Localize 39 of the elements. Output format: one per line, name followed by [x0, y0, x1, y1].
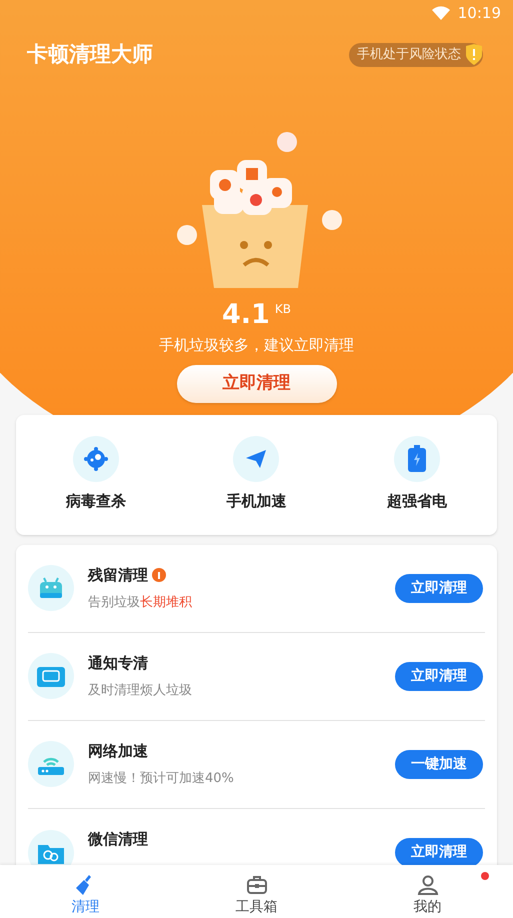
- tab-label: 清理: [72, 898, 100, 917]
- task-action-button[interactable]: 立即清理: [395, 662, 483, 690]
- task-action-button[interactable]: 立即清理: [395, 838, 483, 865]
- tab-label: 工具箱: [236, 898, 278, 917]
- junk-size-unit: KB: [274, 301, 291, 318]
- tool-item[interactable]: 手机加速: [176, 436, 337, 513]
- task-subtitle: 及时清理烦人垃圾: [88, 682, 193, 700]
- task-title: 微信清理: [88, 829, 148, 850]
- virus-icon: [83, 446, 110, 472]
- task-subtitle: 告别垃圾长期堆积: [88, 594, 193, 612]
- status-time: 10:19: [458, 2, 501, 24]
- task-action-button[interactable]: 一键加速: [395, 750, 483, 778]
- user-icon: [416, 873, 440, 897]
- risk-status-text: 手机处于风险状态: [357, 46, 462, 64]
- tool-item[interactable]: 超强省电: [336, 436, 497, 513]
- tab-item[interactable]: 工具箱: [171, 865, 342, 918]
- tool-label: 手机加速: [226, 491, 286, 512]
- wifi-icon: [432, 6, 450, 20]
- tab-item[interactable]: 清理: [0, 865, 171, 918]
- task-subtitle: 网速慢！预计可加速40%: [88, 770, 235, 788]
- tool-label: 病毒查杀: [66, 491, 126, 512]
- task-action-button[interactable]: 立即清理: [395, 574, 483, 602]
- task-title: 通知专清: [88, 653, 148, 674]
- notification-window-icon: [37, 665, 65, 687]
- toolbox-icon: [244, 873, 268, 897]
- task-title: 网络加速: [88, 741, 148, 762]
- junk-size: 4.1: [222, 298, 270, 332]
- junk-message: 手机垃圾较多，建议立即清理: [158, 335, 355, 356]
- clean-now-button[interactable]: 立即清理: [176, 364, 336, 402]
- battery-icon: [406, 445, 427, 474]
- tab-item[interactable]: 我的: [342, 865, 513, 918]
- tab-label: 我的: [414, 898, 442, 917]
- app-title: 卡顿清理大师: [27, 41, 153, 68]
- tool-item[interactable]: 病毒查杀: [16, 436, 176, 513]
- risk-status-badge[interactable]: 手机处于风险状态: [349, 43, 483, 67]
- task-title: 残留清理: [88, 565, 148, 586]
- warning-shield-icon: [465, 44, 483, 66]
- android-icon: [38, 576, 64, 600]
- tool-label: 超强省电: [386, 491, 447, 512]
